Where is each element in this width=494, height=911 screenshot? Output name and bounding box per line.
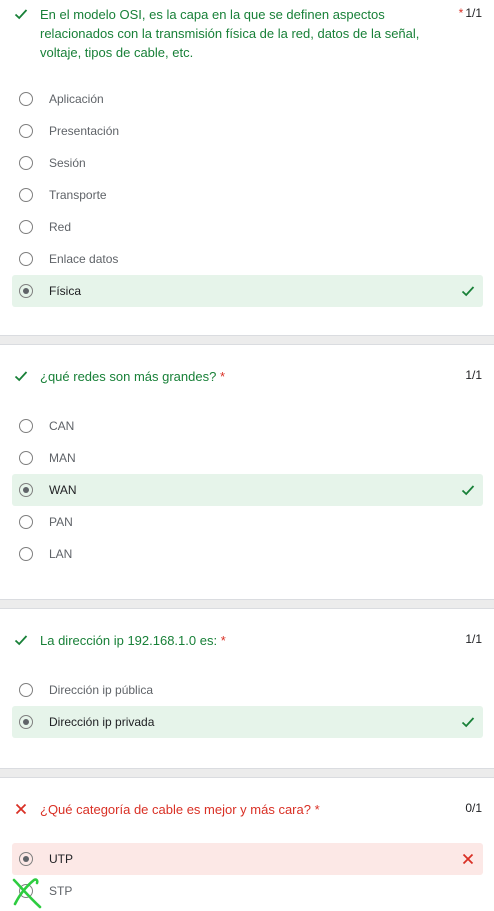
radio-button-checked[interactable] — [19, 715, 33, 729]
check-icon — [461, 717, 475, 728]
radio-button[interactable] — [19, 419, 33, 433]
section-divider — [0, 335, 494, 345]
radio-button[interactable] — [19, 547, 33, 561]
radio-button-checked[interactable] — [19, 852, 33, 866]
check-icon — [14, 371, 28, 382]
question-score: 0/1 — [465, 801, 482, 815]
question-title: La dirección ip 192.168.1.0 es: * — [40, 633, 226, 648]
option[interactable]: Aplicación — [12, 83, 483, 115]
selected-option[interactable]: Física — [12, 275, 483, 307]
option[interactable]: LAN — [12, 538, 483, 570]
radio-button[interactable] — [19, 451, 33, 465]
radio-button[interactable] — [19, 92, 33, 106]
question-score: * 1/1 — [458, 6, 482, 20]
question-score: 1/1 — [465, 368, 482, 382]
question-card: En el modelo OSI, es la capa en la que s… — [0, 0, 494, 335]
option[interactable]: CAN — [12, 410, 483, 442]
radio-button-checked[interactable] — [19, 483, 33, 497]
check-icon — [14, 9, 28, 20]
selected-option[interactable]: UTP — [12, 843, 483, 875]
required-asterisk: * — [458, 6, 464, 20]
radio-button[interactable] — [19, 124, 33, 138]
radio-button[interactable] — [19, 252, 33, 266]
section-divider — [0, 599, 494, 609]
option[interactable]: Enlace datos — [12, 243, 483, 275]
close-icon — [462, 853, 474, 865]
check-icon — [461, 286, 475, 297]
option[interactable]: Dirección ip pública — [12, 674, 483, 706]
option[interactable]: STP — [12, 875, 483, 907]
close-icon — [15, 803, 27, 815]
radio-button[interactable] — [19, 683, 33, 697]
required-asterisk: * — [314, 802, 320, 817]
option[interactable]: Presentación — [12, 115, 483, 147]
required-asterisk: * — [220, 633, 226, 648]
selected-option[interactable]: Dirección ip privada — [12, 706, 483, 738]
question-title: ¿qué redes son más grandes? * — [40, 369, 226, 384]
question-title: ¿Qué categoría de cable es mejor y más c… — [40, 802, 320, 817]
option[interactable]: Transporte — [12, 179, 483, 211]
handwritten-x-mark-icon — [12, 878, 42, 909]
required-asterisk: * — [219, 369, 226, 384]
option[interactable]: PAN — [12, 506, 483, 538]
radio-button[interactable] — [19, 220, 33, 234]
radio-button-checked[interactable] — [19, 284, 33, 298]
check-icon — [14, 635, 28, 646]
selected-option[interactable]: WAN — [12, 474, 483, 506]
option[interactable]: Red — [12, 211, 483, 243]
question-card: La dirección ip 192.168.1.0 es: * 1/1 Di… — [0, 609, 494, 768]
radio-button[interactable] — [19, 515, 33, 529]
option[interactable]: MAN — [12, 442, 483, 474]
question-score: 1/1 — [465, 632, 482, 646]
radio-button[interactable] — [19, 156, 33, 170]
question-title: En el modelo OSI, es la capa en la que s… — [40, 7, 420, 60]
question-card: ¿Qué categoría de cable es mejor y más c… — [0, 778, 494, 911]
check-icon — [461, 485, 475, 496]
option[interactable]: Sesión — [12, 147, 483, 179]
question-card: ¿qué redes son más grandes? * 1/1 CAN MA… — [0, 345, 494, 599]
radio-button[interactable] — [19, 188, 33, 202]
section-divider — [0, 768, 494, 778]
